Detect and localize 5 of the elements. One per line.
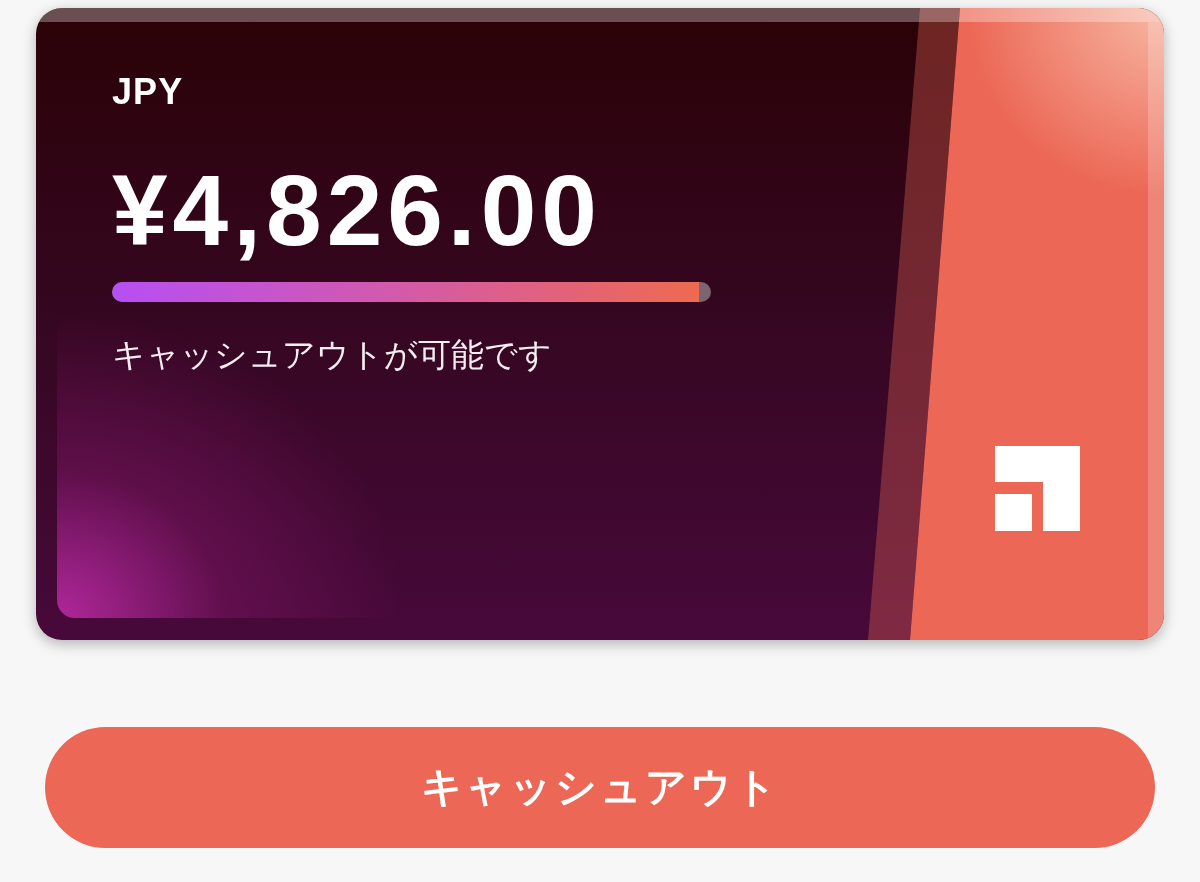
currency-label: JPY [112,74,184,110]
balance-amount: ¥4,826.00 [112,160,602,260]
cashout-button[interactable]: キャッシュアウト [45,727,1155,848]
status-text: キャッシュアウトが可能です [112,338,552,371]
square-logo-icon [995,446,1080,531]
